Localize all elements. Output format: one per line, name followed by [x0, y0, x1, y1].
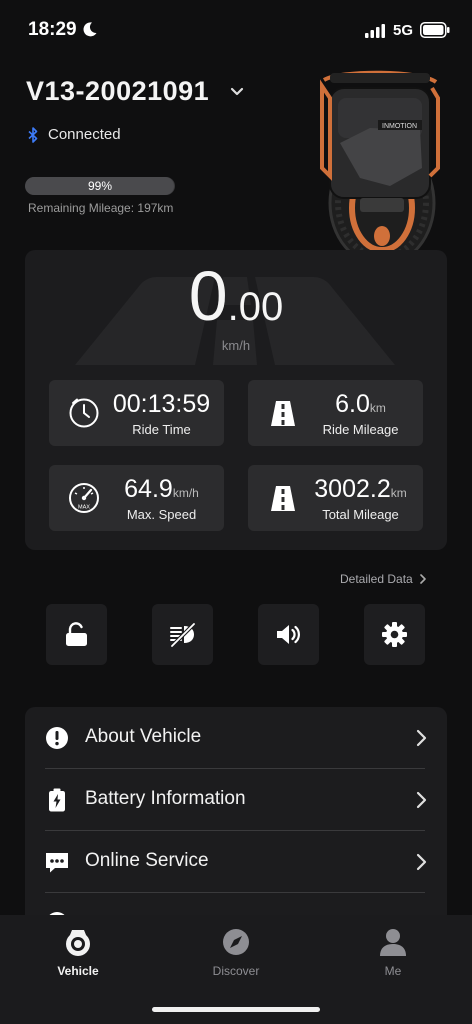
headlight-off-icon [170, 622, 196, 648]
wheel-icon [66, 930, 90, 956]
tab-label: Discover [212, 964, 260, 978]
headlight-button[interactable] [152, 604, 213, 665]
detailed-data-label: Detailed Data [340, 571, 413, 586]
bluetooth-icon [28, 127, 38, 143]
vehicle-menu: About Vehicle Battery Information Online… [25, 707, 447, 937]
stat-label: Total Mileage [322, 507, 399, 522]
max-glyph: MAX [78, 505, 90, 511]
ride-time-value: 00:13:59 [112, 390, 211, 418]
chat-icon [46, 853, 68, 873]
tab-discover[interactable]: Discover [186, 927, 286, 987]
settings-button[interactable] [364, 604, 425, 665]
tab-label: Vehicle [57, 964, 99, 978]
stat-card-total-mileage: 3002.2km Total Mileage [248, 465, 423, 531]
menu-item-online-service[interactable]: Online Service [25, 831, 447, 893]
menu-item-battery-information[interactable]: Battery Information [25, 769, 447, 831]
chevron-right-icon [420, 574, 426, 584]
network-label: 5G [393, 22, 414, 39]
current-speed: 0.00 [25, 256, 447, 336]
remaining-mileage: Remaining Mileage: 197km [28, 201, 174, 215]
compass-icon [223, 929, 249, 955]
detailed-data-link[interactable]: Detailed Data [340, 571, 448, 587]
electric-unicycle-image: INMOTION [320, 70, 440, 267]
road-icon [271, 401, 295, 426]
speed-decimals: .00 [227, 285, 284, 329]
stat-value: 6.0km [303, 390, 418, 419]
signal-icon [365, 24, 385, 38]
chevron-right-icon [416, 853, 427, 871]
menu-label: Battery Information [85, 788, 246, 809]
speed-integer: 0 [188, 257, 228, 335]
speedometer-max-icon: MAX [69, 483, 99, 513]
stat-label: Max. Speed [126, 507, 197, 522]
chevron-right-icon [416, 729, 427, 747]
connection-status: Connected [48, 126, 121, 143]
device-name[interactable]: V13-20021091 [26, 76, 209, 107]
tab-vehicle[interactable]: Vehicle [28, 927, 128, 987]
stat-value: 3002.2km [303, 475, 418, 504]
speed-unit: km/h [221, 338, 251, 353]
speed-panel: 0.00 km/h 00:13:59 Ride Time 6.0km Ride … [25, 250, 447, 550]
battery-status-icon [420, 22, 450, 38]
menu-divider [45, 892, 425, 893]
battery-percent: 99% [87, 179, 113, 193]
logo-text: INMOTION [382, 123, 417, 130]
tab-me[interactable]: Me [343, 927, 443, 987]
moon-icon [83, 22, 97, 37]
horn-button[interactable] [258, 604, 319, 665]
battery-level-bar: 99% [25, 177, 175, 195]
home-indicator [152, 1007, 320, 1012]
ride-mileage-unit: km [369, 401, 386, 415]
speaker-icon [277, 625, 300, 644]
unlock-button[interactable] [46, 604, 107, 665]
stat-value: 64.9km/h [104, 475, 219, 504]
person-icon [380, 929, 406, 956]
stat-card-ride-time: 00:13:59 Ride Time [49, 380, 224, 446]
max-speed-value: 64.9 [124, 475, 173, 503]
status-time: 18:29 [28, 19, 77, 40]
stat-label: Ride Mileage [322, 422, 399, 437]
total-mileage-value: 3002.2 [314, 475, 391, 503]
unlock-icon [66, 622, 87, 646]
road-icon [271, 486, 295, 511]
ride-mileage-value: 6.0 [335, 390, 370, 418]
stat-card-ride-mileage: 6.0km Ride Mileage [248, 380, 423, 446]
menu-label: Online Service [85, 850, 209, 871]
gear-icon [382, 622, 407, 647]
menu-item-about-vehicle[interactable]: About Vehicle [25, 707, 447, 769]
menu-label: About Vehicle [85, 726, 202, 747]
total-mileage-unit: km [390, 486, 407, 500]
stat-label: Ride Time [132, 422, 191, 437]
info-alert-icon [46, 727, 68, 749]
vehicle-screen: 18:29 5G V13-20021091 Connected 99% Rema… [0, 0, 472, 1024]
battery-icon [49, 788, 65, 812]
chevron-right-icon [416, 791, 427, 809]
tab-label: Me [384, 964, 402, 978]
stat-value: 00:13:59 [104, 390, 219, 419]
max-speed-unit: km/h [172, 486, 199, 500]
clock-icon [69, 398, 99, 428]
chevron-down-icon[interactable] [229, 84, 245, 100]
status-bar: 18:29 5G [0, 0, 472, 60]
stat-card-max-speed: MAX 64.9km/h Max. Speed [49, 465, 224, 531]
